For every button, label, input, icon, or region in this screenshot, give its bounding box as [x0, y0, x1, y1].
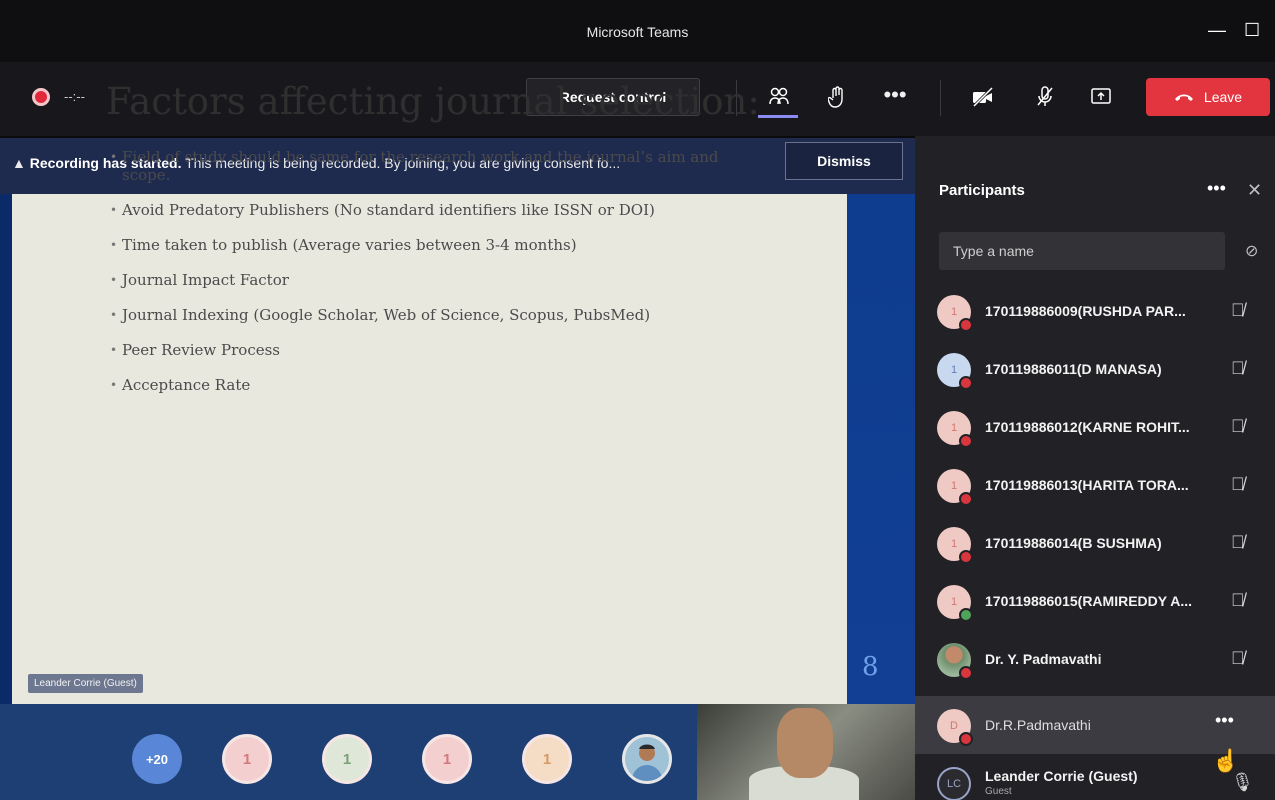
- camera-off-icon[interactable]: [968, 82, 998, 112]
- slide-bullet: Acceptance Rate: [110, 376, 760, 394]
- status-busy-icon: [959, 434, 973, 448]
- more-options-icon[interactable]: •••: [880, 80, 910, 110]
- participant-name: Dr. Y. Padmavathi: [985, 651, 1102, 667]
- participant-name: 170119886014(B SUSHMA): [985, 535, 1162, 551]
- phone-icon: [1174, 94, 1193, 101]
- participant-name: 170119886015(RAMIREDDY A...: [985, 593, 1192, 609]
- slide-bullet: Field of study should be same for the re…: [110, 148, 760, 184]
- slide-bullet-list: Field of study should be same for the re…: [110, 148, 760, 411]
- leave-label: Leave: [1203, 89, 1243, 105]
- warning-icon: ▲: [12, 155, 30, 171]
- participant-name: 170119886012(KARNE ROHIT...: [985, 419, 1190, 435]
- participant-name: Dr.R.Padmavathi: [985, 717, 1091, 733]
- mic-muted-icon: 🎙̸: [1231, 300, 1245, 320]
- participants-icon[interactable]: [764, 82, 794, 112]
- mic-muted-icon: 🎙̸: [1231, 532, 1245, 552]
- slide-bullet: Time taken to publish (Average varies be…: [110, 236, 760, 254]
- status-busy-icon: [959, 318, 973, 332]
- close-icon[interactable]: ✕: [1247, 180, 1262, 201]
- minimize-button[interactable]: —: [1208, 20, 1226, 41]
- participant-name: 170119886011(D MANASA): [985, 361, 1162, 377]
- participant-name: 170119886013(HARITA TORA...: [985, 477, 1189, 493]
- participant-search-input[interactable]: Type a name: [939, 232, 1225, 270]
- slide-bullet: Journal Indexing (Google Scholar, Web of…: [110, 306, 760, 324]
- meeting-timer: --:--: [64, 89, 85, 104]
- presenter-name-tag: Leander Corrie (Guest): [28, 674, 143, 693]
- slide-bullet: Journal Impact Factor: [110, 271, 760, 289]
- mic-muted-icon: 🎙̸: [1231, 590, 1245, 610]
- video-person-face: [777, 708, 833, 778]
- more-participants-button[interactable]: +20: [132, 734, 182, 784]
- participant-row[interactable]: 1 170119886012(KARNE ROHIT... 🎙̸: [915, 398, 1275, 456]
- raise-hand-icon[interactable]: [822, 82, 852, 112]
- share-screen-icon[interactable]: [1086, 82, 1116, 112]
- slide-bullet: Peer Review Process: [110, 341, 760, 359]
- maximize-button[interactable]: ☐: [1244, 20, 1260, 41]
- participant-name: 170119886009(RUSHDA PAR...: [985, 303, 1186, 319]
- mic-off-icon[interactable]: [1030, 82, 1060, 112]
- dismiss-button[interactable]: Dismiss: [785, 142, 903, 180]
- mic-muted-icon: 🎙̸: [1231, 358, 1245, 378]
- mic-muted-icon: 🎙̸: [1231, 474, 1245, 494]
- slide-title: Factors affecting journal selection:: [106, 80, 760, 123]
- status-busy-icon: [959, 492, 973, 506]
- panel-more-icon[interactable]: •••: [1207, 178, 1226, 199]
- participant-row[interactable]: 1 170119886011(D MANASA) 🎙̸: [915, 340, 1275, 398]
- slide-bullet: Avoid Predatory Publishers (No standard …: [110, 201, 760, 219]
- participant-row[interactable]: Dr. Y. Padmavathi 🎙̸: [915, 630, 1275, 688]
- participant-avatar[interactable]: 1: [522, 734, 572, 784]
- participant-row[interactable]: 1 170119886013(HARITA TORA... 🎙̸: [915, 456, 1275, 514]
- mic-muted-icon: 🎙̸: [1231, 648, 1245, 668]
- status-available-icon: [959, 608, 973, 622]
- window-title: Microsoft Teams: [586, 24, 689, 40]
- mic-muted-icon: 🎙̸: [1231, 416, 1245, 436]
- title-bar: Microsoft Teams — ☐: [0, 0, 1275, 62]
- participant-role: Guest: [985, 786, 1012, 797]
- participant-row[interactable]: 1 170119886014(B SUSHMA) 🎙̸: [915, 514, 1275, 572]
- slide-side-panel: [847, 194, 915, 704]
- participant-row[interactable]: 1 170119886009(RUSHDA PAR... 🎙̸: [915, 282, 1275, 340]
- status-busy-icon: [959, 732, 973, 746]
- slide-number: 8: [862, 652, 879, 682]
- participant-name: Leander Corrie (Guest): [985, 768, 1138, 784]
- participant-avatar[interactable]: 1: [422, 734, 472, 784]
- status-busy-icon: [959, 550, 973, 564]
- participant-photo-avatar[interactable]: [622, 734, 672, 784]
- status-busy-icon: [959, 376, 973, 390]
- mic-on-icon: 🎙: [1231, 772, 1254, 792]
- participants-panel: Participants ••• ✕ Type a name ⊘ 1 17011…: [915, 136, 1275, 800]
- participant-avatar: LC: [937, 767, 971, 800]
- share-invite-icon[interactable]: ⊘: [1245, 241, 1258, 261]
- status-busy-icon: [959, 666, 973, 680]
- participant-more-icon[interactable]: •••: [1215, 710, 1234, 731]
- participant-avatar[interactable]: 1: [322, 734, 372, 784]
- recording-indicator-icon: [32, 88, 50, 106]
- toolbar-divider: [940, 80, 941, 116]
- participant-video-tile[interactable]: [697, 704, 915, 800]
- participant-row[interactable]: 1 170119886015(RAMIREDDY A... 🎙̸: [915, 572, 1275, 630]
- leave-button[interactable]: Leave: [1146, 78, 1270, 116]
- participant-avatar[interactable]: 1: [222, 734, 272, 784]
- hand-cursor-icon: ☝: [1212, 748, 1240, 773]
- participants-active-indicator: [758, 115, 798, 118]
- panel-title: Participants: [939, 182, 1025, 199]
- participant-row-selected[interactable]: D Dr.R.Padmavathi •••: [915, 696, 1275, 754]
